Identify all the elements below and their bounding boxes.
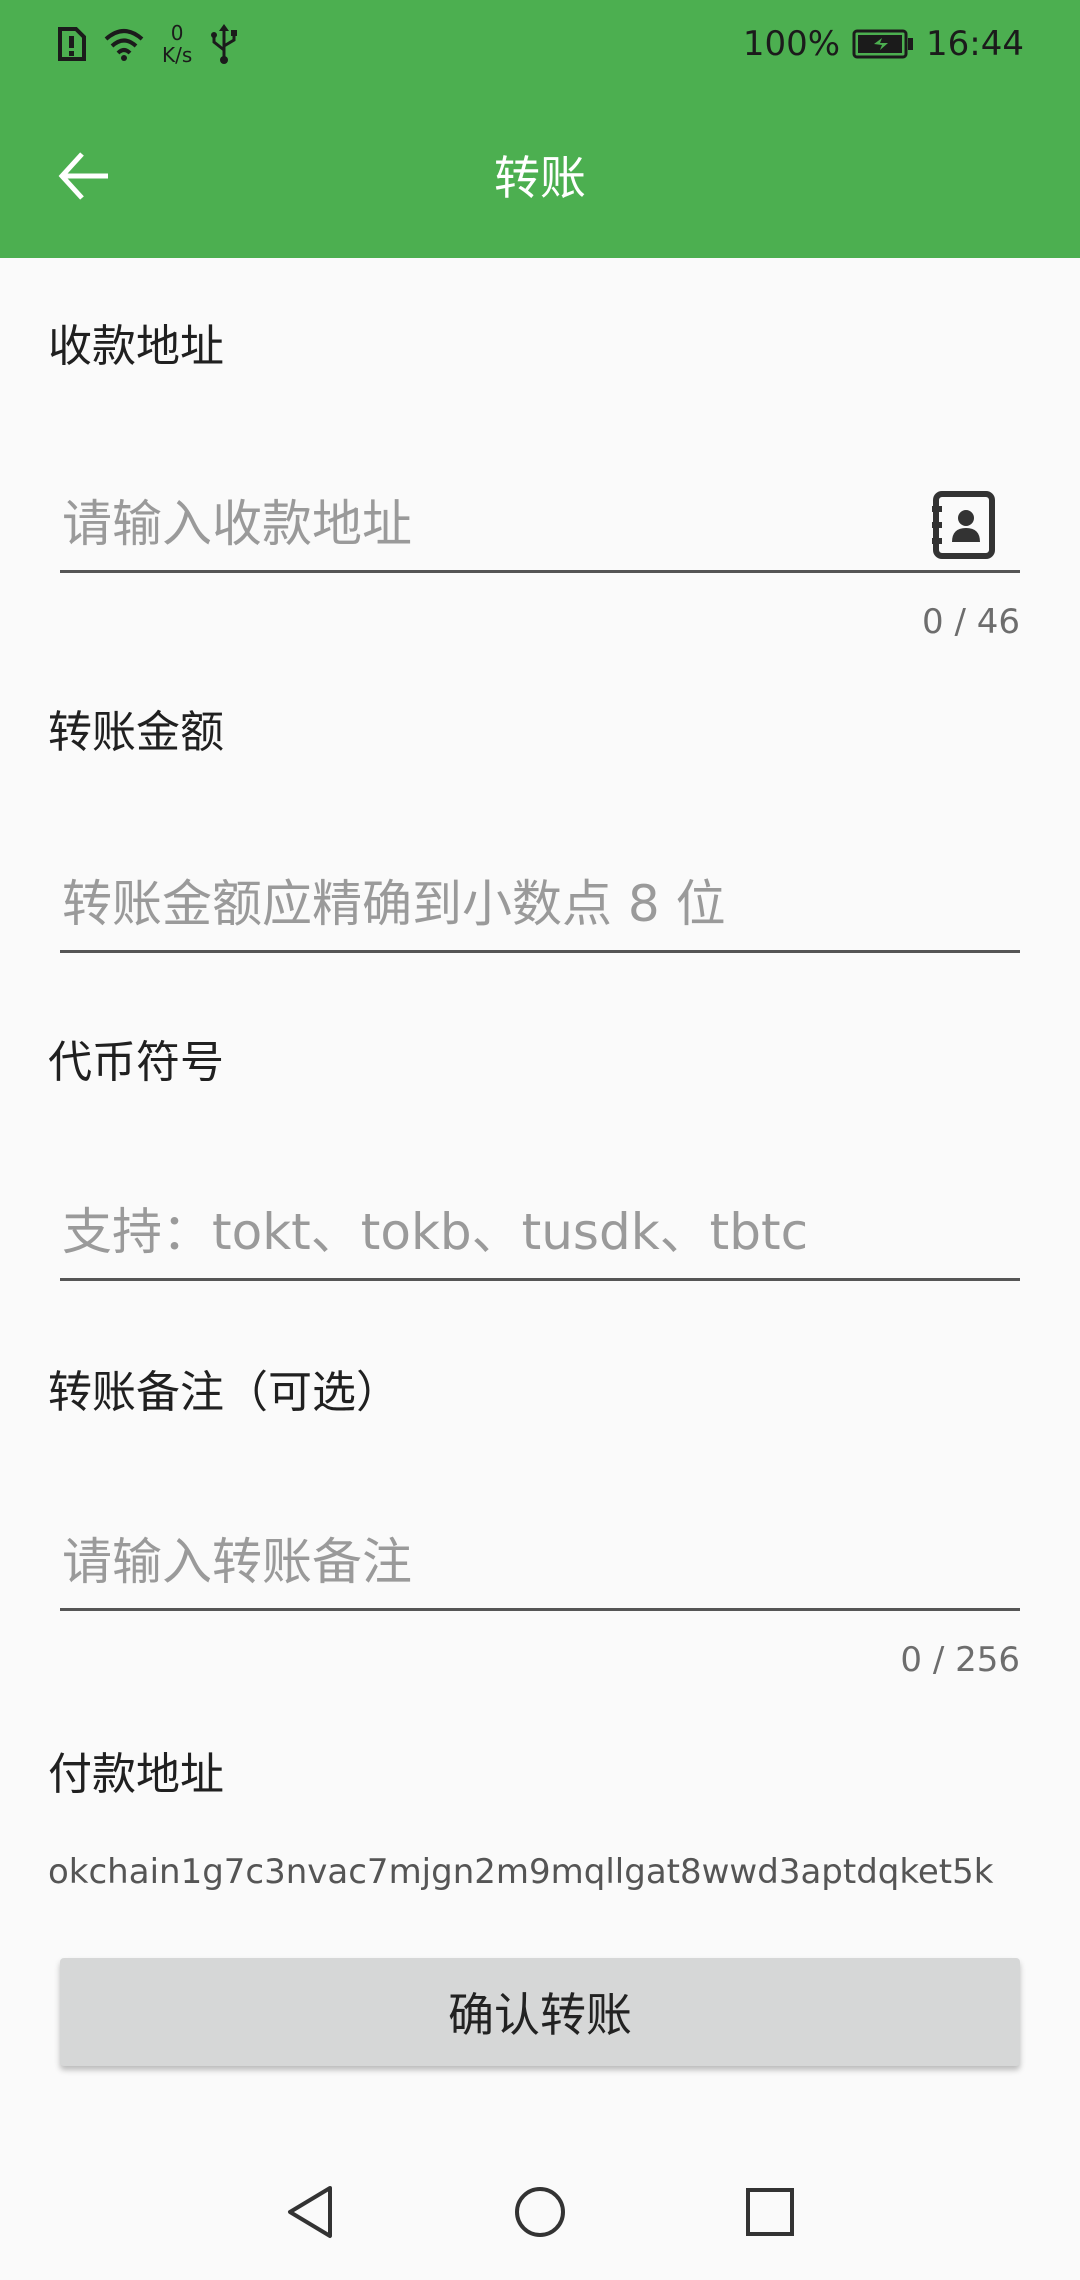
- status-left: 0 K/s: [56, 22, 238, 66]
- wifi-icon: [104, 29, 144, 61]
- contacts-book-icon[interactable]: [932, 490, 996, 560]
- system-nav-bar: [0, 2140, 1080, 2280]
- payer-address: okchain1g7c3nvac7mjgn2m9mqllgat8wwd3aptd…: [48, 1852, 994, 1892]
- token-label: 代币符号: [48, 1037, 224, 1088]
- token-placeholder: 支持：tokt、tokb、tusdk、tbtc: [62, 1203, 809, 1261]
- home-circle-icon[interactable]: [512, 2184, 568, 2240]
- recipient-placeholder: 请输入收款地址: [62, 495, 412, 553]
- token-symbol-input[interactable]: 支持：tokt、tokb、tusdk、tbtc: [60, 1178, 1020, 1281]
- status-right: 100% 16:44: [743, 24, 1024, 64]
- recipient-label: 收款地址: [48, 321, 224, 372]
- battery-icon: [852, 29, 914, 59]
- usb-icon: [211, 24, 238, 64]
- page-title: 转账: [494, 151, 586, 205]
- amount-input[interactable]: 转账金额应精确到小数点 8 位: [60, 850, 1020, 953]
- memo-label: 转账备注（可选）: [48, 1367, 400, 1418]
- alert-sim-icon: [58, 27, 86, 61]
- amount-label: 转账金额: [48, 707, 224, 758]
- network-speed-unit: K/s: [162, 43, 193, 67]
- network-speed-value: 0: [170, 21, 184, 45]
- memo-placeholder: 请输入转账备注: [62, 1533, 412, 1591]
- network-speed: 0 K/s: [162, 22, 192, 66]
- app-bar: 转账: [0, 92, 1080, 258]
- status-bar: 0 K/s 100% 16:44: [0, 0, 1080, 92]
- confirm-transfer-button[interactable]: 确认转账: [60, 1958, 1020, 2066]
- back-triangle-icon[interactable]: [282, 2184, 338, 2240]
- memo-input[interactable]: 请输入转账备注: [60, 1508, 1020, 1611]
- recents-square-icon[interactable]: [742, 2184, 798, 2240]
- recipient-address-input[interactable]: 请输入收款地址: [60, 470, 1020, 573]
- amount-placeholder: 转账金额应精确到小数点 8 位: [62, 875, 726, 933]
- payer-label: 付款地址: [48, 1749, 224, 1800]
- memo-char-counter: 0 / 256: [900, 1640, 1020, 1680]
- clock: 16:44: [926, 24, 1024, 64]
- battery-percent: 100%: [742, 24, 841, 64]
- recipient-char-counter: 0 / 46: [922, 602, 1020, 642]
